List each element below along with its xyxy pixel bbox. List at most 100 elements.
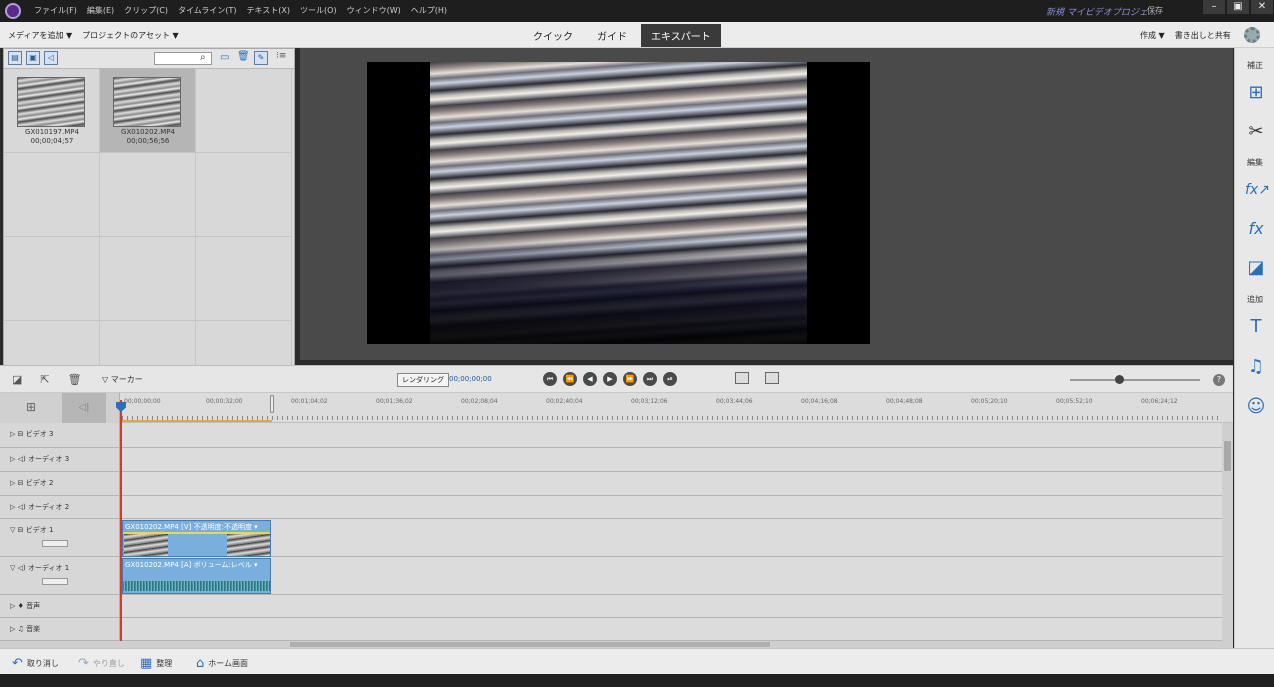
- safe-margin-icon[interactable]: [765, 372, 779, 384]
- expand-icon[interactable]: ▷ ◁): [10, 503, 26, 511]
- minimize-button[interactable]: –: [1203, 0, 1225, 14]
- scrollbar-thumb[interactable]: [1224, 441, 1231, 471]
- render-button[interactable]: レンダリング: [397, 373, 449, 387]
- trash-icon[interactable]: 🗑: [237, 51, 250, 62]
- effects-icon[interactable]: fx: [1245, 218, 1267, 240]
- audio-mix-icon[interactable]: ◁|: [62, 393, 106, 423]
- search-icon[interactable]: ⌕: [200, 52, 206, 63]
- expand-icon[interactable]: ▷ ♫: [10, 625, 24, 633]
- menu-help[interactable]: ヘルプ(H): [411, 5, 447, 16]
- panel-menu-icon[interactable]: ⁝≡: [276, 51, 286, 61]
- empty-cell: [100, 237, 196, 321]
- go-to-start-button[interactable]: ⏮: [543, 372, 557, 386]
- expand-icon[interactable]: ▷ ♦: [10, 602, 24, 610]
- fast-forward-button[interactable]: ⏩: [623, 372, 637, 386]
- save-button[interactable]: 保存: [1147, 5, 1163, 16]
- close-button[interactable]: ✕: [1251, 0, 1273, 14]
- tab-guided[interactable]: ガイド: [587, 24, 637, 47]
- track-lane[interactable]: [121, 519, 1222, 556]
- go-to-end-button[interactable]: ⏭: [643, 372, 657, 386]
- step-back-button[interactable]: ◀: [583, 372, 597, 386]
- rewind-button[interactable]: ⏪: [563, 372, 577, 386]
- vertical-scrollbar[interactable]: [1222, 423, 1233, 641]
- track-lane[interactable]: [121, 595, 1222, 617]
- insert-icon[interactable]: ⇱: [40, 373, 49, 386]
- track-lane[interactable]: [121, 618, 1222, 640]
- tab-expert[interactable]: エキスパート: [641, 24, 721, 47]
- organize-button[interactable]: ▦ 整理: [140, 656, 172, 671]
- expand-icon[interactable]: ▷ ⊟: [10, 479, 23, 487]
- pin-icon[interactable]: ✎: [254, 51, 268, 65]
- project-name[interactable]: 新規 マイビデオプロジェ...: [1046, 5, 1156, 18]
- track-header[interactable]: ▷ ♦ 音声: [0, 595, 120, 617]
- asset-item[interactable]: GX010197.MP4 00;00;04;57: [4, 69, 100, 153]
- create-button[interactable]: 作成 ▼: [1140, 30, 1165, 41]
- filter-video-icon[interactable]: ▤: [8, 51, 22, 65]
- track-lane[interactable]: [121, 423, 1222, 447]
- video-clip[interactable]: GX010202.MP4 [V] 不透明度:不透明度 ▾: [122, 520, 271, 557]
- track-lane[interactable]: [121, 448, 1222, 471]
- delete-icon[interactable]: 🗑: [68, 373, 82, 386]
- track-lock-toggle[interactable]: [42, 540, 68, 547]
- applied-effects-icon[interactable]: fx↗: [1245, 179, 1270, 201]
- track-lane[interactable]: [121, 472, 1222, 495]
- step-forward-button[interactable]: ⏯: [663, 372, 677, 386]
- expand-icon[interactable]: ▽ ⊟: [10, 526, 23, 534]
- filter-image-icon[interactable]: ▣: [26, 51, 40, 65]
- menu-tools[interactable]: ツール(O): [300, 5, 337, 16]
- redo-button[interactable]: ↷ やり直し: [78, 656, 125, 671]
- zoom-slider-handle[interactable]: [1115, 375, 1124, 384]
- audio-clip[interactable]: GX010202.MP4 [A] ボリューム:レベル ▾: [122, 558, 271, 594]
- asset-item[interactable]: GX010202.MP4 00;00;56;56: [100, 69, 196, 153]
- menu-text[interactable]: テキスト(X): [247, 5, 290, 16]
- new-item-icon[interactable]: ▭: [220, 52, 229, 63]
- menu-edit[interactable]: 編集(E): [87, 5, 114, 16]
- camera-icon[interactable]: ◪: [12, 373, 22, 386]
- scrollbar-thumb[interactable]: [290, 642, 770, 647]
- home-button[interactable]: ⌂ ホーム画面: [196, 656, 248, 671]
- track-header[interactable]: ▽ ◁) オーディオ 1: [0, 557, 120, 594]
- menu-clip[interactable]: クリップ(C): [124, 5, 168, 16]
- timecode-display[interactable]: 00;00;00;00: [449, 375, 492, 383]
- menu-timeline[interactable]: タイムライン(T): [178, 5, 237, 16]
- track-header[interactable]: ▷ ⊟ ビデオ 2: [0, 472, 120, 495]
- track-lane[interactable]: [121, 496, 1222, 518]
- marker-dropdown[interactable]: ▽ マーカー: [102, 374, 143, 385]
- work-area-end-handle[interactable]: [270, 395, 274, 413]
- graphics-icon[interactable]: ☺: [1245, 396, 1267, 418]
- music-icon[interactable]: ♫: [1245, 356, 1267, 378]
- add-media-button[interactable]: メディアを追加 ▼: [8, 30, 72, 41]
- track-lock-toggle[interactable]: [42, 578, 68, 585]
- menu-window[interactable]: ウィンドウ(W): [347, 5, 401, 16]
- zoom-slider[interactable]: [1070, 379, 1200, 381]
- help-icon[interactable]: ?: [1213, 374, 1225, 386]
- tools-icon[interactable]: ✂: [1245, 121, 1267, 143]
- track-header[interactable]: ▷ ⊟ ビデオ 3: [0, 423, 120, 447]
- track-header[interactable]: ▷ ◁) オーディオ 3: [0, 448, 120, 471]
- home-label: ホーム画面: [208, 659, 249, 668]
- play-button[interactable]: ▶: [603, 372, 617, 386]
- titles-icon[interactable]: T: [1245, 316, 1267, 338]
- track-header[interactable]: ▽ ⊟ ビデオ 1: [0, 519, 120, 556]
- gear-icon[interactable]: [1244, 27, 1260, 43]
- horizontal-scrollbar[interactable]: [0, 641, 1233, 648]
- menu-file[interactable]: ファイル(F): [34, 5, 77, 16]
- track-header[interactable]: ▷ ◁) オーディオ 2: [0, 496, 120, 518]
- expand-icon[interactable]: ▽ ◁): [10, 564, 26, 572]
- expand-icon[interactable]: ▷ ◁): [10, 455, 26, 463]
- filter-audio-icon[interactable]: ◁: [44, 51, 58, 65]
- fullscreen-icon[interactable]: [735, 372, 749, 384]
- track-options-icon[interactable]: ⊞: [26, 400, 36, 414]
- video-preview-image[interactable]: [430, 62, 807, 344]
- project-assets-button[interactable]: プロジェクトのアセット ▼: [82, 30, 179, 41]
- transitions-icon[interactable]: ◪: [1245, 257, 1267, 279]
- track-lane[interactable]: [121, 557, 1222, 594]
- playhead[interactable]: [120, 400, 122, 648]
- expand-icon[interactable]: ▷ ⊟: [10, 430, 23, 438]
- track-header[interactable]: ▷ ♫ 音楽: [0, 618, 120, 640]
- export-share-button[interactable]: 書き出しと共有: [1175, 30, 1231, 41]
- maximize-button[interactable]: ▣: [1227, 0, 1249, 14]
- tab-quick[interactable]: クイック: [523, 24, 583, 47]
- adjust-icon[interactable]: ⊞: [1245, 82, 1267, 104]
- undo-button[interactable]: ↶ 取り消し: [12, 656, 59, 671]
